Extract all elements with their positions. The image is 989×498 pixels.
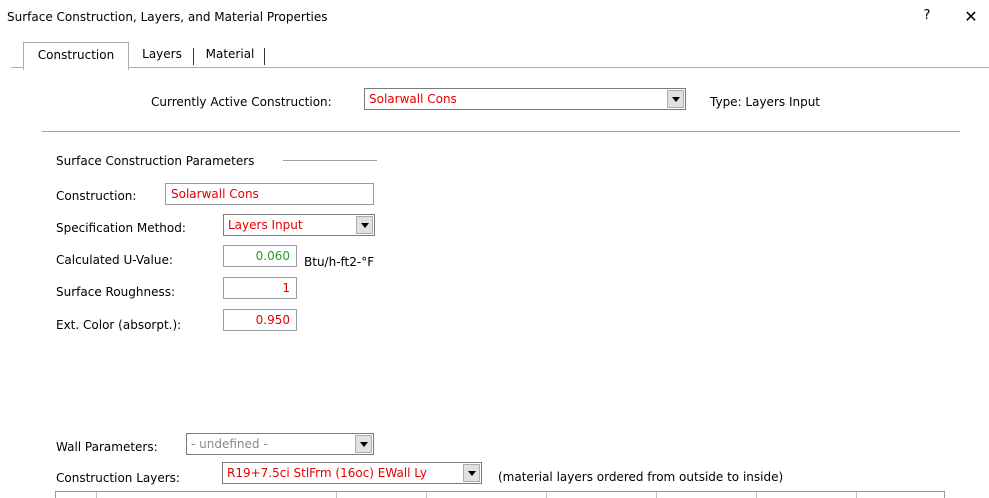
tab-construction-label: Construction	[37, 48, 115, 62]
spec-method-label: Specification Method:	[56, 221, 186, 235]
spec-method-select[interactable]: Layers Input	[223, 214, 375, 236]
u-value-field: 0.060	[223, 245, 297, 267]
construction-name-field[interactable]: Solarwall Cons	[165, 183, 374, 205]
u-value-label: Calculated U-Value:	[56, 253, 173, 267]
help-button[interactable]: ?	[919, 8, 935, 26]
roughness-label: Surface Roughness:	[56, 285, 176, 299]
chevron-down-icon	[361, 223, 369, 228]
construction-label: Construction:	[56, 189, 137, 203]
chevron-down-icon	[468, 471, 476, 476]
ext-color-field[interactable]: 0.950	[223, 309, 297, 331]
grid-column-divider	[426, 492, 427, 498]
active-construction-value: Solarwall Cons	[369, 92, 457, 106]
construction-layers-label: Construction Layers:	[56, 471, 180, 485]
tab-separator	[193, 48, 194, 65]
grid-column-divider	[96, 492, 97, 498]
active-construction-label: Currently Active Construction:	[151, 95, 332, 109]
grid-column-divider	[856, 492, 857, 498]
dropdown-button[interactable]	[667, 90, 684, 108]
roughness-field[interactable]: 1	[223, 277, 297, 299]
tab-material-label: Material	[205, 47, 255, 61]
u-value-units: Btu/h-ft2-°F	[304, 255, 375, 269]
divider	[42, 131, 960, 132]
chevron-down-icon	[672, 97, 680, 102]
spec-method-value: Layers Input	[228, 218, 303, 232]
grid-column-divider	[756, 492, 757, 498]
section-title: Surface Construction Parameters	[56, 154, 255, 168]
grid-column-divider	[656, 492, 657, 498]
tab-layers[interactable]: Layers	[131, 42, 193, 68]
tab-construction[interactable]: Construction	[23, 42, 129, 70]
wall-params-label: Wall Parameters:	[56, 440, 158, 454]
layers-grid[interactable]	[55, 491, 945, 498]
window-title: Surface Construction, Layers, and Materi…	[7, 10, 328, 24]
wall-params-value: - undefined -	[191, 437, 268, 451]
grid-column-divider	[546, 492, 547, 498]
tab-layers-label: Layers	[142, 47, 182, 61]
dropdown-button[interactable]	[356, 216, 373, 234]
grid-column-divider	[336, 492, 337, 498]
construction-layers-value: R19+7.5ci StlFrm (16oc) EWall Ly	[227, 466, 427, 480]
section-divider	[283, 160, 377, 161]
chevron-down-icon	[360, 442, 368, 447]
active-construction-select[interactable]: Solarwall Cons	[364, 88, 686, 110]
tab-separator	[264, 48, 265, 65]
dropdown-button[interactable]	[355, 435, 372, 453]
tab-material[interactable]: Material	[196, 42, 264, 68]
construction-type-text: Type: Layers Input	[710, 95, 821, 109]
construction-layers-select[interactable]: R19+7.5ci StlFrm (16oc) EWall Ly	[222, 462, 482, 484]
layers-order-note: (material layers ordered from outside to…	[498, 470, 784, 484]
wall-params-select[interactable]: - undefined -	[186, 433, 374, 455]
title-bar: Surface Construction, Layers, and Materi…	[0, 0, 989, 34]
ext-color-label: Ext. Color (absorpt.):	[56, 318, 182, 332]
close-button[interactable]: ✕	[960, 7, 982, 27]
dropdown-button[interactable]	[463, 464, 480, 482]
